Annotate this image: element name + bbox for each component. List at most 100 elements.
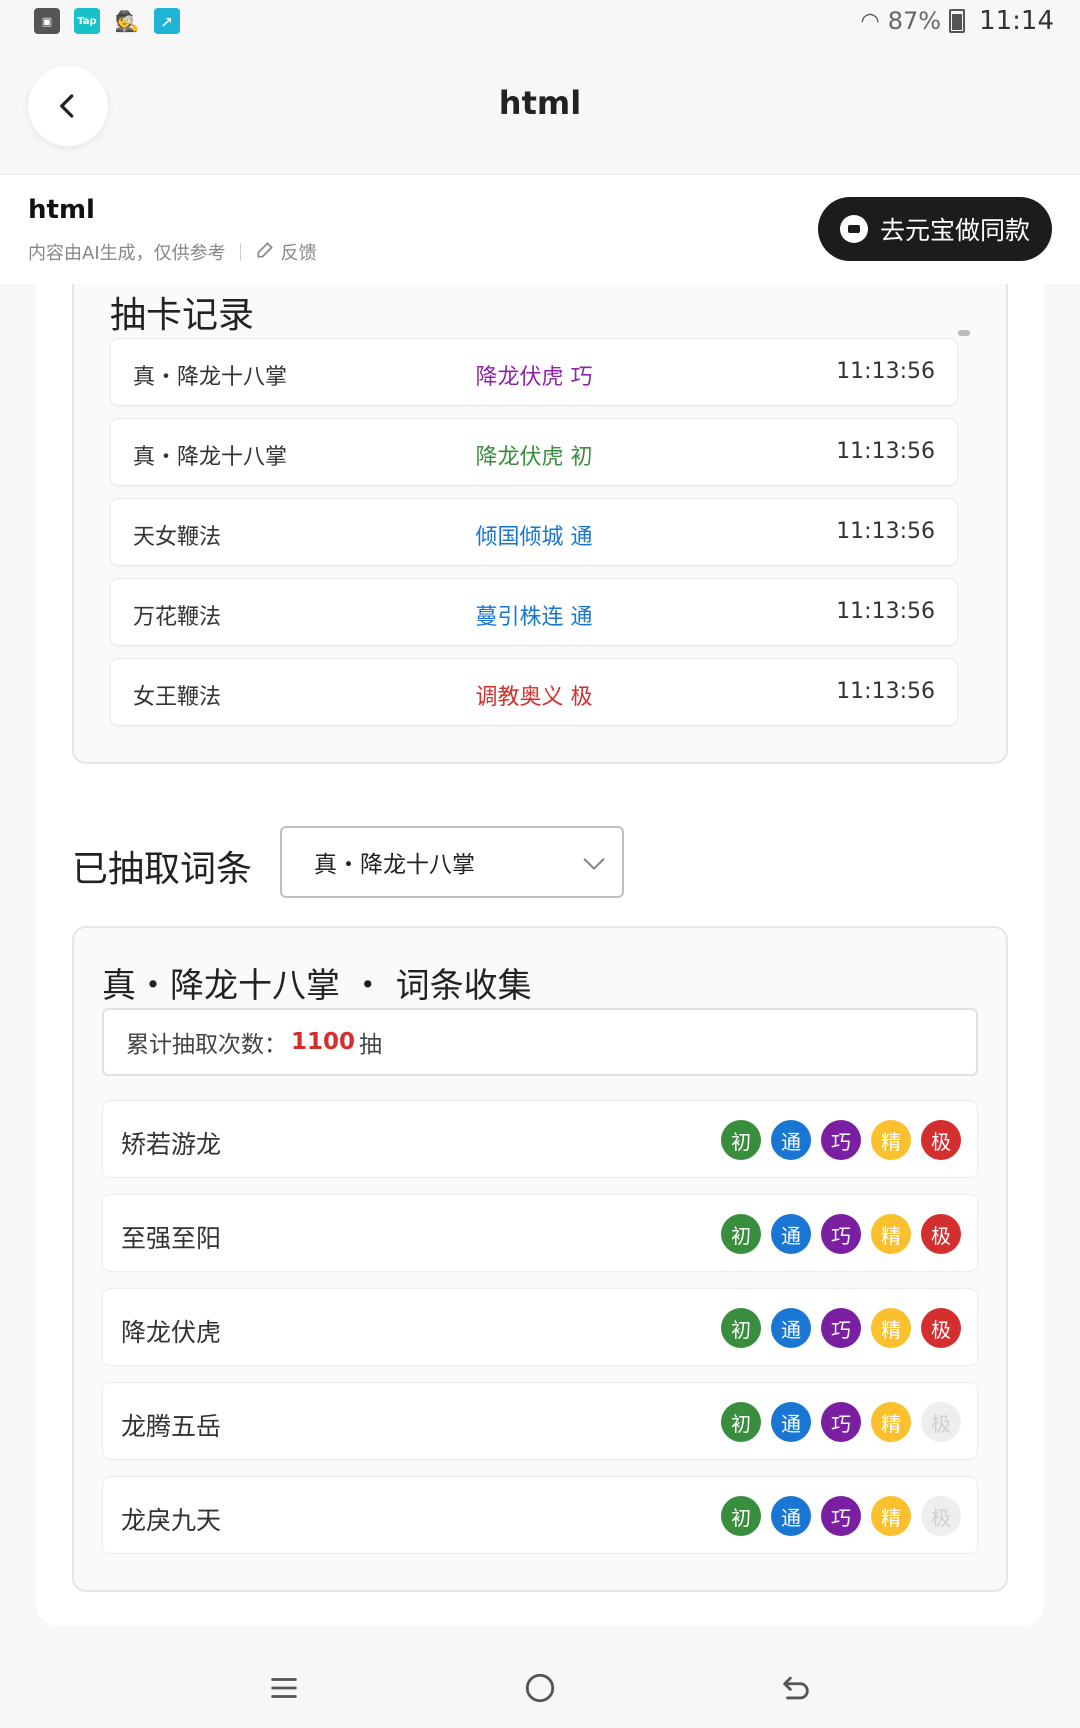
draw-record-row: 真・降龙十八掌 降龙伏虎 巧 11:13:56	[110, 338, 958, 406]
entry-row: 至强至阳 初通巧精极	[102, 1194, 978, 1272]
chevron-down-icon	[583, 858, 605, 870]
draw-record-row: 天女鞭法 倾国倾城 通 11:13:56	[110, 498, 958, 566]
ai-disclaimer: 内容由AI生成，仅供参考	[28, 243, 226, 264]
entry-name: 龙戾九天	[121, 1506, 222, 1535]
record-time: 11:13:56	[836, 679, 935, 704]
record-time: 11:13:56	[836, 519, 935, 544]
system-status: ◠ 87% 11:14	[861, 6, 1054, 36]
battery-percent: 87%	[887, 7, 942, 35]
rocket-icon: ➚	[154, 8, 180, 34]
divider	[239, 243, 241, 261]
feedback-label: 反馈	[280, 243, 317, 264]
record-result: 蔓引株连 通	[475, 605, 593, 630]
return-icon	[783, 1676, 809, 1700]
taptap-icon: Tap	[74, 8, 100, 34]
draw-record-row: 真・降龙十八掌 降龙伏虎 初 11:13:56	[110, 418, 958, 486]
tier-badge: 初	[721, 1496, 761, 1536]
wifi-icon: ◠	[860, 8, 880, 34]
system-nav-bar	[0, 1648, 1080, 1728]
tier-badges: 初通巧精极	[721, 1496, 961, 1536]
tier-badge: 通	[771, 1120, 811, 1160]
collection-title: 真・降龙十八掌 ・ 词条收集	[102, 966, 532, 1006]
draw-count-value: 1100	[291, 1029, 356, 1055]
entry-list: 矫若游龙初通巧精极至强至阳初通巧精极降龙伏虎初通巧精极龙腾五岳初通巧精极龙戾九天…	[102, 1100, 978, 1570]
entry-row: 龙腾五岳 初通巧精极	[102, 1382, 978, 1460]
app-header: html	[0, 46, 1080, 174]
record-time: 11:13:56	[836, 599, 935, 624]
home-button[interactable]	[518, 1666, 562, 1710]
content-title: html	[28, 195, 95, 225]
tier-badge: 巧	[821, 1308, 861, 1348]
tier-badge: 通	[771, 1402, 811, 1442]
draw-count-suffix: 抽	[359, 1032, 383, 1058]
tier-badge: 初	[721, 1402, 761, 1442]
feedback-link[interactable]: 反馈	[255, 239, 317, 265]
menu-button[interactable]	[262, 1666, 306, 1710]
entry-name: 龙腾五岳	[121, 1412, 222, 1441]
skill-select[interactable]: 真・降龙十八掌	[280, 826, 624, 898]
menu-icon	[271, 1678, 297, 1698]
entry-name: 降龙伏虎	[121, 1318, 222, 1347]
tier-badge: 通	[771, 1496, 811, 1536]
edit-icon	[255, 240, 275, 265]
entry-row: 降龙伏虎 初通巧精极	[102, 1288, 978, 1366]
info-bar: html 内容由AI生成，仅供参考 反馈 去元宝做同款	[0, 174, 1080, 284]
entry-row: 矫若游龙 初通巧精极	[102, 1100, 978, 1178]
tier-badge: 通	[771, 1214, 811, 1254]
clock: 11:14	[979, 6, 1054, 36]
tier-badges: 初通巧精极	[721, 1120, 961, 1160]
draw-record-row: 万花鞭法 蔓引株连 通 11:13:56	[110, 578, 958, 646]
entry-name: 至强至阳	[121, 1224, 222, 1253]
tier-badge: 极	[921, 1214, 961, 1254]
content-card: 抽卡记录 真・降龙十八掌 降龙伏虎 巧 11:13:56 真・降龙十八掌 降龙伏虎 初1…	[36, 284, 1044, 1626]
entry-name: 矫若游龙	[121, 1130, 222, 1159]
tier-badge: 巧	[821, 1402, 861, 1442]
tier-badges: 初通巧精极	[721, 1308, 961, 1348]
notification-icons: ▣ Tap 🕵 ➚	[34, 8, 180, 34]
tier-badge: 极	[921, 1308, 961, 1348]
record-result: 倾国倾城 通	[475, 525, 593, 550]
home-circle-icon	[525, 1673, 555, 1703]
make-same-button[interactable]: 去元宝做同款	[817, 197, 1052, 261]
record-time: 11:13:56	[836, 439, 935, 464]
tier-badge: 精	[871, 1120, 911, 1160]
yuanbao-icon	[839, 215, 868, 243]
incognito-icon: 🕵	[114, 9, 140, 33]
gallery-icon: ▣	[34, 8, 60, 34]
tier-badge: 极	[921, 1402, 961, 1442]
tier-badge: 初	[721, 1214, 761, 1254]
tier-badge: 极	[921, 1120, 961, 1160]
draw-record-row: 女王鞭法 调教奥义 极 11:13:56	[110, 658, 958, 726]
tier-badge: 极	[921, 1496, 961, 1536]
tier-badge: 巧	[821, 1496, 861, 1536]
record-result: 降龙伏虎 巧	[475, 365, 593, 390]
draw-count: 累计抽取次数： 1100 抽	[102, 1008, 978, 1076]
record-result: 调教奥义 极	[475, 685, 593, 710]
tier-badge: 精	[871, 1214, 911, 1254]
info-subline: 内容由AI生成，仅供参考 反馈	[28, 239, 317, 265]
drawn-entries-label: 已抽取词条	[72, 849, 253, 890]
page-title: html	[498, 84, 582, 122]
tier-badges: 初通巧精极	[721, 1402, 961, 1442]
draw-records-title: 抽卡记录	[110, 295, 255, 336]
tier-badge: 巧	[821, 1214, 861, 1254]
record-result: 降龙伏虎 初	[475, 445, 593, 470]
make-same-label: 去元宝做同款	[879, 216, 1030, 245]
tier-badge: 精	[871, 1496, 911, 1536]
battery-icon	[949, 9, 966, 33]
draw-count-label: 累计抽取次数：	[126, 1032, 287, 1058]
entry-collection-panel: 真・降龙十八掌 ・ 词条收集 累计抽取次数： 1100 抽 矫若游龙初通巧精极至…	[72, 926, 1008, 1592]
record-time: 11:13:56	[836, 359, 935, 384]
back-nav-button[interactable]	[774, 1666, 818, 1710]
draw-record-list: 真・降龙十八掌 降龙伏虎 巧 11:13:56 真・降龙十八掌 降龙伏虎 初 11:13:…	[110, 338, 958, 738]
skill-select-value: 真・降龙十八掌	[314, 852, 475, 878]
entry-row: 龙戾九天 初通巧精极	[102, 1476, 978, 1554]
tier-badge: 精	[871, 1402, 911, 1442]
tier-badge: 巧	[821, 1120, 861, 1160]
tier-badge: 初	[721, 1120, 761, 1160]
status-bar: ▣ Tap 🕵 ➚ ◠ 87% 11:14	[0, 0, 1080, 46]
tier-badges: 初通巧精极	[721, 1214, 961, 1254]
tier-badge: 通	[771, 1308, 811, 1348]
scrollbar[interactable]	[958, 330, 970, 336]
tier-badge: 精	[871, 1308, 911, 1348]
